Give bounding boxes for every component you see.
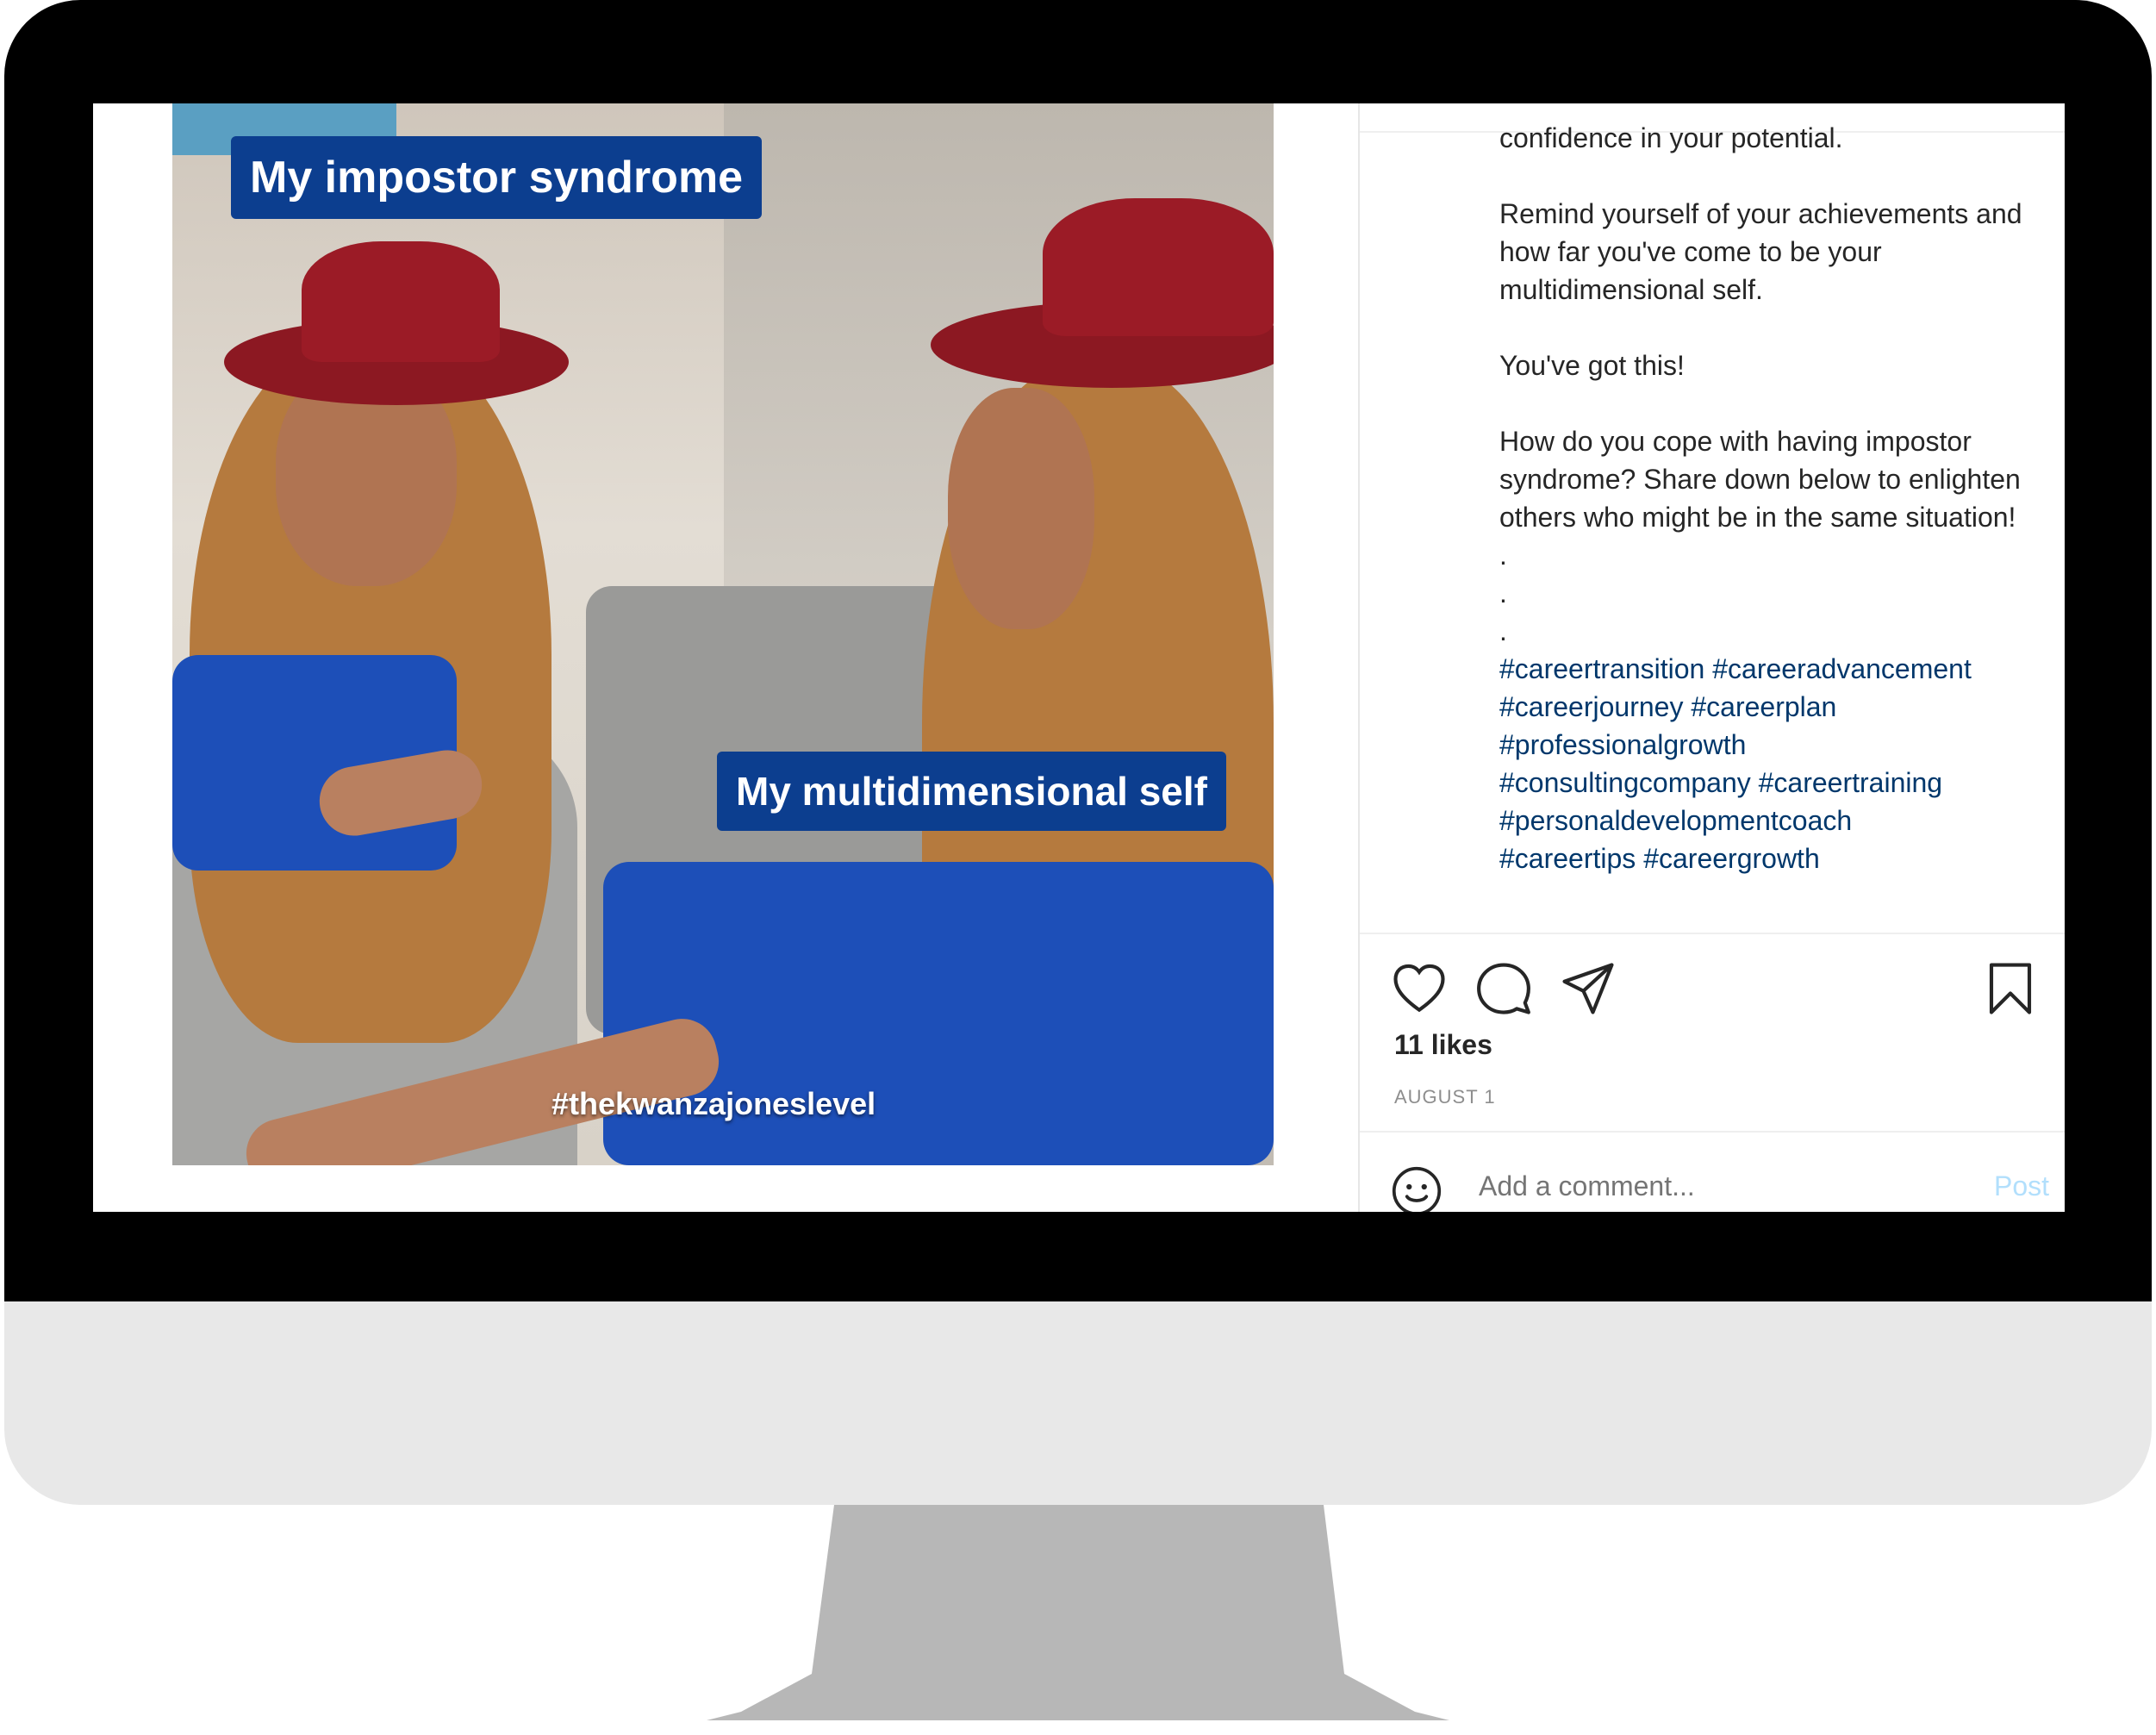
monitor-chin xyxy=(4,1301,2152,1505)
hashtag-line[interactable]: #consultingcompany #careertraining xyxy=(1499,764,2034,802)
likes-count[interactable]: 11 likes xyxy=(1394,1029,1492,1061)
comment-input[interactable] xyxy=(1479,1170,1927,1202)
hat-crown xyxy=(302,241,500,362)
caption-paragraph: How do you cope with having impostor syn… xyxy=(1499,426,2021,533)
bookmark-icon[interactable] xyxy=(1982,960,2039,1017)
monitor-stand xyxy=(707,1505,1449,1720)
hashtag-line[interactable]: #personaldevelopmentcoach xyxy=(1499,802,2034,839)
send-icon[interactable] xyxy=(1560,960,1617,1017)
post-button[interactable]: Post xyxy=(1994,1170,2049,1202)
hashtag-line[interactable]: #careerjourney #careerplan xyxy=(1499,688,2034,726)
face xyxy=(948,388,1094,629)
caption-dot: . xyxy=(1499,615,1507,646)
image-caption-top: My impostor syndrome xyxy=(231,136,763,219)
hashtag-line[interactable]: #professionalgrowth xyxy=(1499,726,2034,764)
comment-icon[interactable] xyxy=(1475,960,1532,1017)
divider xyxy=(1360,1131,2065,1133)
post-details-panel: confidence in your potential. Remind you… xyxy=(1358,103,2065,1212)
caption-paragraph: Remind yourself of your achievements and… xyxy=(1499,198,2022,305)
caption-paragraph: You've got this! xyxy=(1499,350,1685,381)
post-image[interactable]: My impostor syndrome My multidimensional… xyxy=(172,103,1274,1165)
emoji-icon[interactable] xyxy=(1391,1165,1443,1212)
post-date: AUGUST 1 xyxy=(1394,1086,1496,1108)
image-caption-middle: My multidimensional self xyxy=(717,752,1226,831)
hat-crown xyxy=(1043,198,1274,336)
caption-dot: . xyxy=(1499,577,1507,608)
hashtag-line[interactable]: #careertips #careergrowth xyxy=(1499,839,2034,877)
hashtag-line[interactable]: #careertransition #careeradvancement xyxy=(1499,650,2034,688)
post-caption: confidence in your potential. Remind you… xyxy=(1499,119,2034,877)
image-watermark: #thekwanzajoneslevel xyxy=(551,1086,876,1121)
screen: My impostor syndrome My multidimensional… xyxy=(93,103,2065,1212)
caption-dot: . xyxy=(1499,540,1507,571)
caption-line: confidence in your potential. xyxy=(1499,122,1843,153)
heart-icon[interactable] xyxy=(1391,960,1448,1017)
divider xyxy=(1360,933,2065,934)
